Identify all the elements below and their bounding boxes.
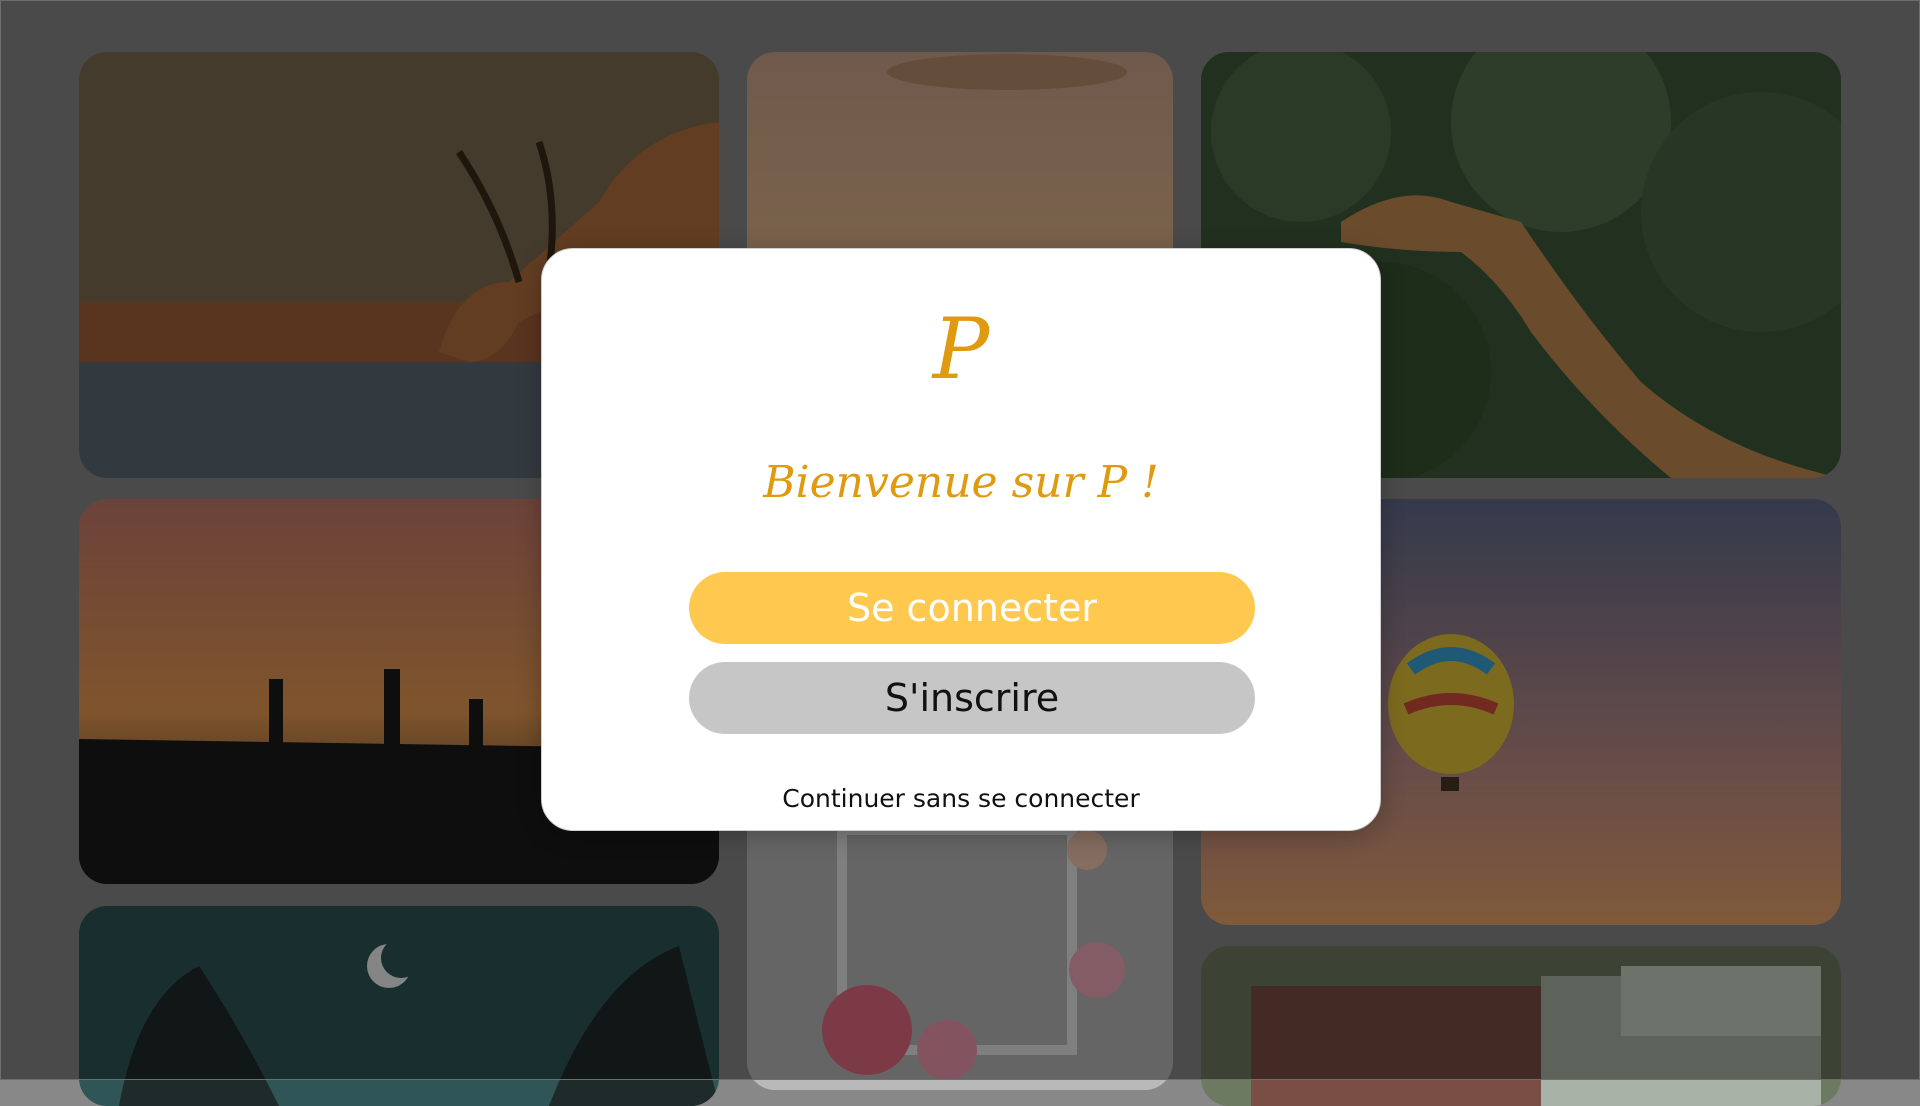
welcome-title: Bienvenue sur P ! [763,457,1159,508]
signup-button[interactable]: S'inscrire [689,662,1255,734]
login-button[interactable]: Se connecter [689,572,1255,644]
welcome-dialog: P Bienvenue sur P ! Se connecter S'inscr… [541,248,1381,831]
continue-without-login-link[interactable]: Continuer sans se connecter [542,784,1380,813]
app-logo: P [932,300,990,398]
